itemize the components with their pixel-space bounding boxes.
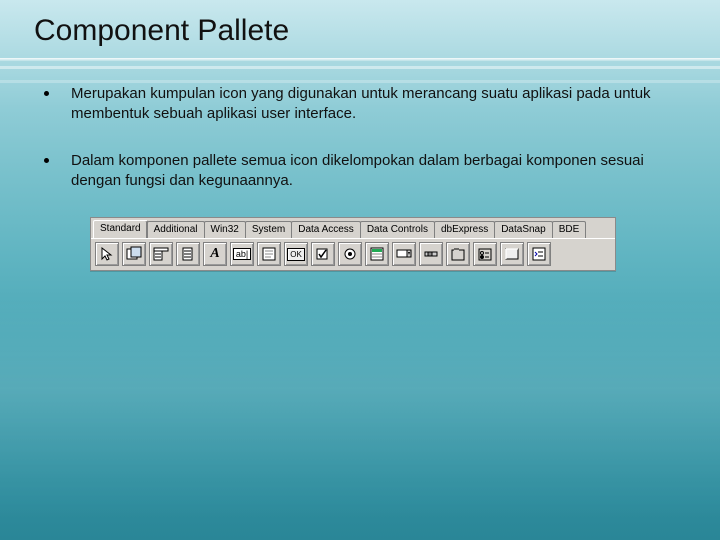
palette-tab[interactable]: dbExpress xyxy=(434,221,495,238)
palette-tab[interactable]: DataSnap xyxy=(494,221,552,238)
panel-icon[interactable] xyxy=(500,242,524,266)
scrollbar-icon[interactable] xyxy=(419,242,443,266)
palette-tab[interactable]: BDE xyxy=(552,221,587,238)
palette-tab[interactable]: Additional xyxy=(147,221,205,238)
button-icon[interactable]: OK xyxy=(284,242,308,266)
palette-tab[interactable]: Standard xyxy=(93,220,148,238)
groupbox-icon[interactable] xyxy=(446,242,470,266)
palette-tab-row: StandardAdditionalWin32SystemData Access… xyxy=(91,218,615,238)
radiogroup-icon[interactable] xyxy=(473,242,497,266)
pointer-icon[interactable] xyxy=(95,242,119,266)
page-title: Component Pallete xyxy=(0,0,720,58)
bullet-dot xyxy=(44,158,49,163)
palette-tab[interactable]: Data Access xyxy=(291,221,361,238)
listbox-icon[interactable] xyxy=(365,242,389,266)
bullet-text: Dalam komponen pallete semua icon dikelo… xyxy=(71,151,676,192)
palette-tab[interactable]: Data Controls xyxy=(360,221,435,238)
memo-icon[interactable] xyxy=(257,242,281,266)
combobox-icon[interactable] xyxy=(392,242,416,266)
checkbox-icon[interactable] xyxy=(311,242,335,266)
component-palette-screenshot: StandardAdditionalWin32SystemData Access… xyxy=(90,217,616,271)
bullet-list: Merupakan kumpulan icon yang digunakan u… xyxy=(0,58,720,191)
radiobutton-icon[interactable] xyxy=(338,242,362,266)
label-icon[interactable]: A xyxy=(203,242,227,266)
frames-icon[interactable] xyxy=(122,242,146,266)
list-item: Merupakan kumpulan icon yang digunakan u… xyxy=(44,84,676,125)
mainmenu-icon[interactable] xyxy=(149,242,173,266)
popupmenu-icon[interactable] xyxy=(176,242,200,266)
actionlist-icon[interactable] xyxy=(527,242,551,266)
edit-icon[interactable]: ab| xyxy=(230,242,254,266)
palette-tab[interactable]: System xyxy=(245,221,292,238)
bullet-dot xyxy=(44,91,49,96)
list-item: Dalam komponen pallete semua icon dikelo… xyxy=(44,151,676,192)
palette-tab[interactable]: Win32 xyxy=(204,221,246,238)
palette-tool-row: Aab| OK xyxy=(91,238,615,270)
bullet-text: Merupakan kumpulan icon yang digunakan u… xyxy=(71,84,676,125)
